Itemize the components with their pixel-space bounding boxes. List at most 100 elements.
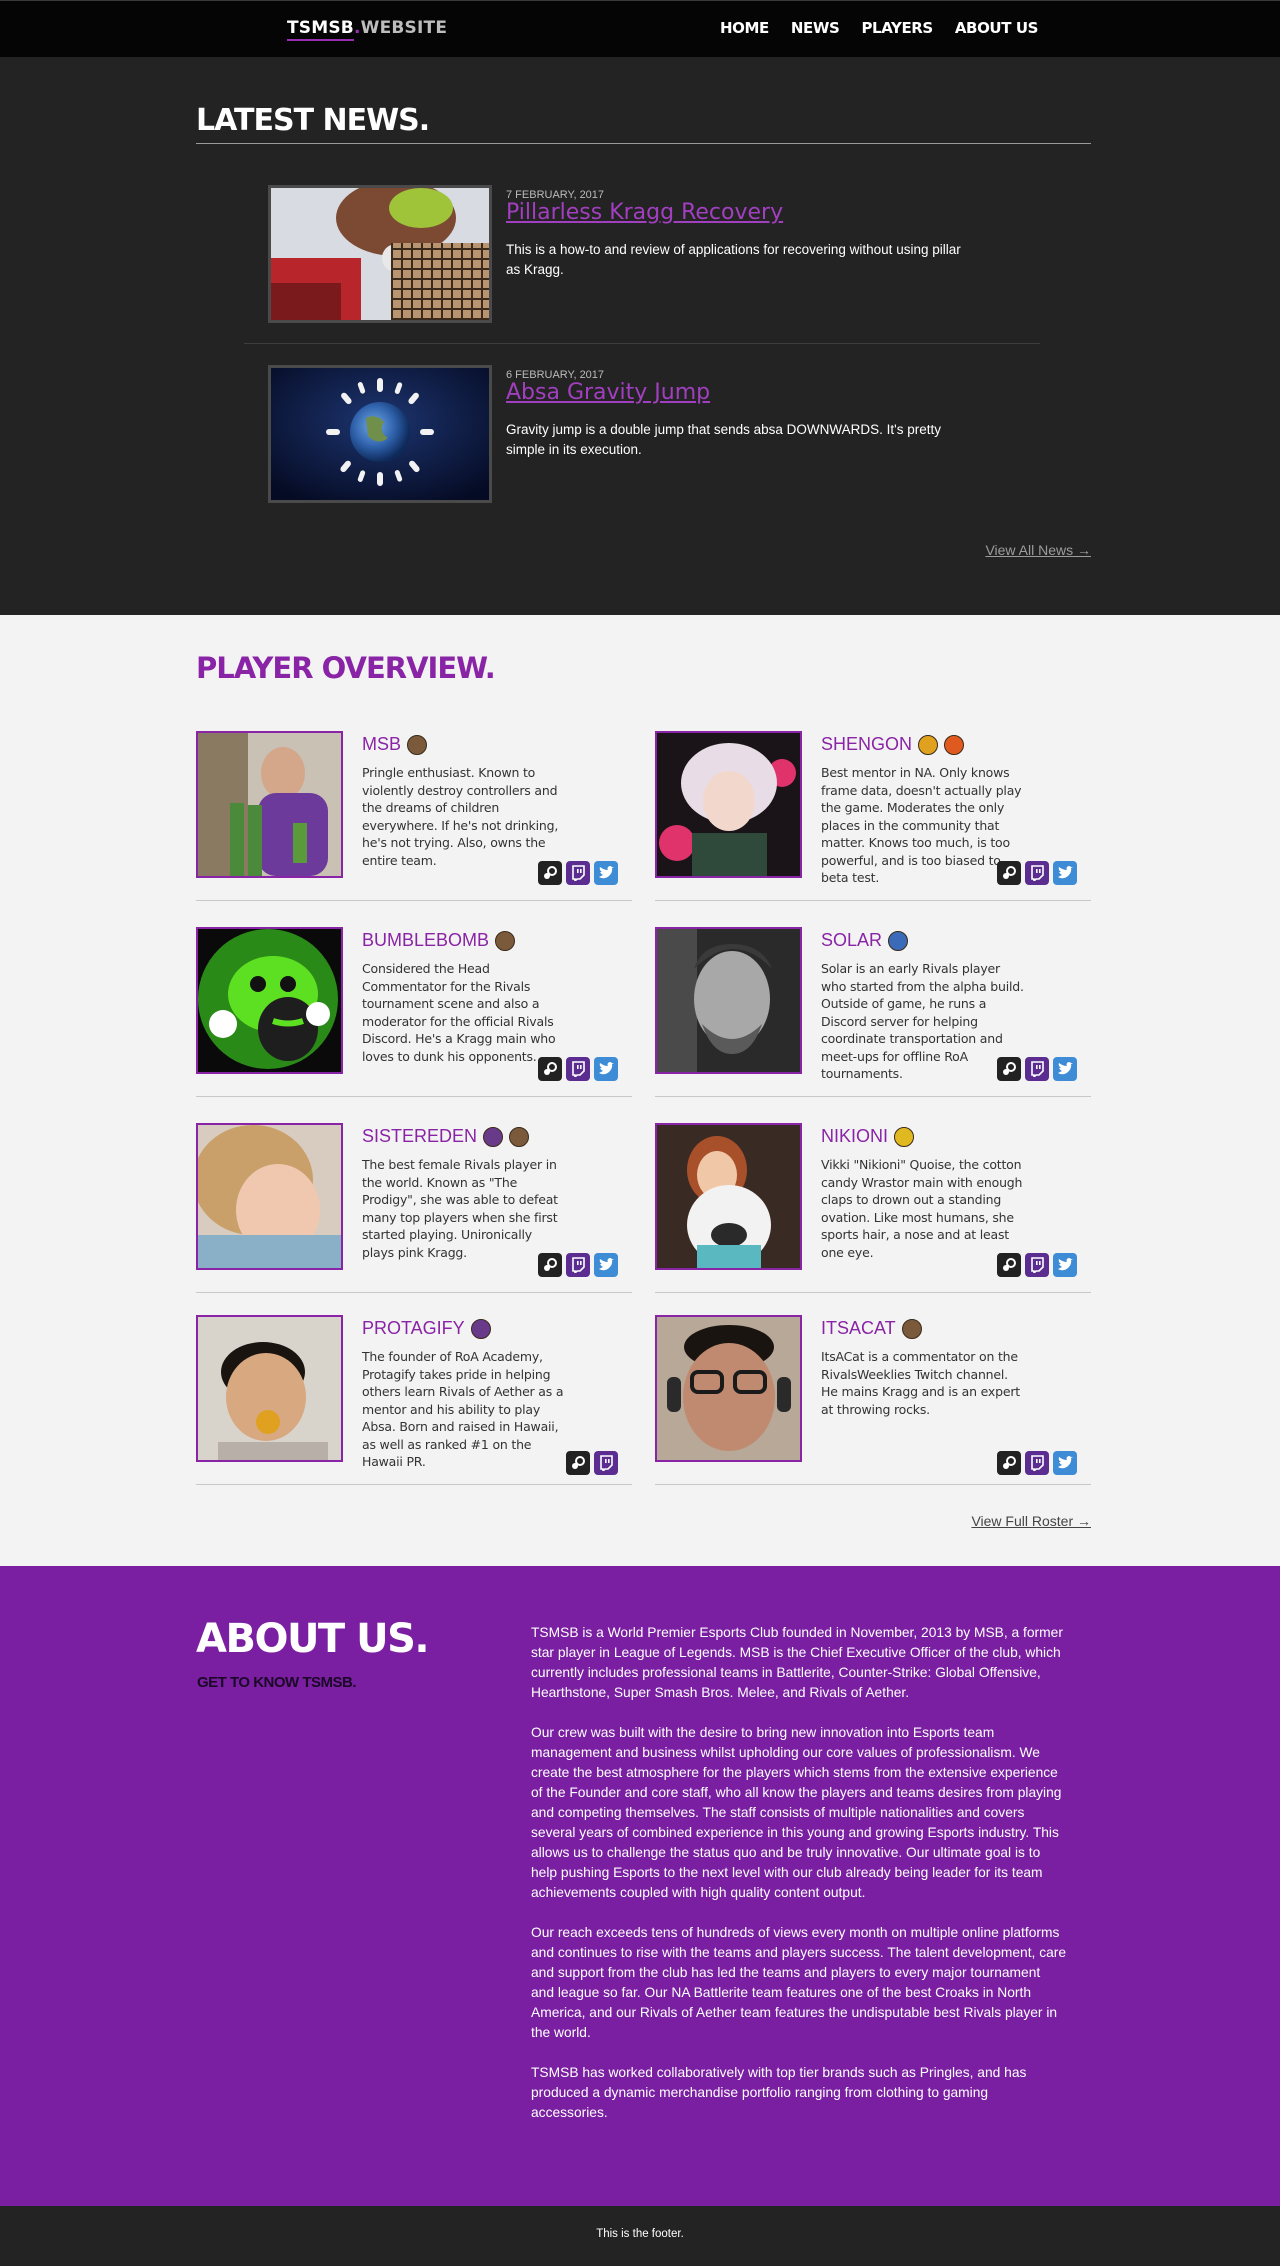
article-title-link[interactable]: Absa Gravity Jump (506, 380, 710, 405)
view-full-roster-link[interactable]: View Full Roster → (971, 1513, 1091, 1529)
player-photo[interactable] (655, 731, 802, 878)
player-card: ITSACAT ItsACat is a commentator on the … (655, 1315, 1091, 1485)
brand-suffix: WEBSITE (360, 18, 448, 38)
nav-news[interactable]: NEWS (791, 19, 840, 37)
steam-icon[interactable] (997, 1451, 1021, 1475)
player-name-text: SOLAR (821, 930, 883, 950)
view-all-news-link[interactable]: View All News → (985, 542, 1091, 558)
article-summary: Gravity jump is a double jump that sends… (506, 422, 941, 457)
orcane-icon (888, 930, 909, 951)
nav-about[interactable]: ABOUT US (955, 19, 1039, 37)
about-paragraph: TSMSB is a World Premier Esports Club fo… (531, 1625, 1063, 1700)
article-separator (244, 343, 1040, 344)
player-name[interactable]: ITSACAT (821, 1318, 922, 1339)
player-name[interactable]: SOLAR (821, 930, 909, 951)
about-subheading: GET TO KNOW TSMSB. (197, 1674, 357, 1691)
players-heading: PLAYER OVERVIEW. (196, 651, 496, 685)
news-article: 6 FEBRUARY, 2017 Absa Gravity Jump Gravi… (268, 365, 1038, 505)
twitter-icon[interactable] (1053, 1057, 1077, 1081)
player-bio: Considered the Head Commentator for the … (362, 961, 556, 1064)
player-name[interactable]: SISTEREDEN (362, 1126, 530, 1147)
nav-players[interactable]: PLAYERS (861, 19, 933, 37)
player-photo[interactable] (655, 1315, 802, 1462)
player-card: SHENGON Best mentor in NA. Only knows fr… (655, 731, 1091, 901)
steam-icon[interactable] (538, 1057, 562, 1081)
player-card: BUMBLEBOMB Considered the Head Commentat… (196, 927, 632, 1097)
player-card: NIKIONI Vikki "Nikioni" Quoise, the cott… (655, 1123, 1091, 1293)
about-paragraph: Our crew was built with the desire to br… (531, 1725, 1062, 1900)
player-bio: The founder of RoA Academy, Protagify ta… (362, 1349, 564, 1469)
kragg-icon (901, 1318, 922, 1339)
news-article: 7 FEBRUARY, 2017 Pillarless Kragg Recove… (268, 185, 1038, 325)
player-photo[interactable] (196, 1123, 343, 1270)
brand-logo[interactable]: TSMSB.WEBSITE (287, 18, 448, 41)
player-socials (538, 861, 618, 885)
twitter-icon[interactable] (1053, 861, 1077, 885)
about-section: ABOUT US. GET TO KNOW TSMSB. TSMSB is a … (0, 1566, 1280, 2206)
player-card: PROTAGIFY The founder of RoA Academy, Pr… (196, 1315, 632, 1485)
player-name[interactable]: SHENGON (821, 734, 965, 755)
twitter-icon[interactable] (594, 861, 618, 885)
player-card: SISTEREDEN The best female Rivals player… (196, 1123, 632, 1293)
article-summary: This is a how-to and review of applicati… (506, 242, 961, 277)
steam-icon[interactable] (997, 861, 1021, 885)
players-section: PLAYER OVERVIEW. MSB Pringle enthusiast.… (0, 615, 1280, 1566)
player-photo[interactable] (655, 927, 802, 1074)
about-paragraph: Our reach exceeds tens of hundreds of vi… (531, 1925, 1067, 2040)
steam-icon[interactable] (538, 1253, 562, 1277)
player-name[interactable]: MSB (362, 734, 428, 755)
player-socials (538, 1253, 618, 1277)
article-thumbnail[interactable] (268, 185, 492, 323)
player-photo[interactable] (196, 1315, 343, 1462)
player-name-text: BUMBLEBOMB (362, 930, 490, 950)
news-section: LATEST NEWS. 7 FEBRUARY, 2017 Pillarless… (0, 57, 1280, 615)
absa-icon (470, 1318, 491, 1339)
player-name[interactable]: PROTAGIFY (362, 1318, 491, 1339)
steam-icon[interactable] (538, 861, 562, 885)
forsburn-icon (944, 734, 965, 755)
player-bio: ItsACat is a commentator on the RivalsWe… (821, 1349, 1020, 1417)
absa-icon (483, 1126, 504, 1147)
player-socials (566, 1451, 618, 1475)
article-title-link[interactable]: Pillarless Kragg Recovery (506, 200, 783, 225)
player-name[interactable]: BUMBLEBOMB (362, 930, 516, 951)
player-name-text: MSB (362, 734, 402, 754)
news-divider (196, 143, 1091, 144)
steam-icon[interactable] (997, 1253, 1021, 1277)
twitter-icon[interactable] (1053, 1253, 1077, 1277)
kragg-icon (509, 1126, 530, 1147)
article-thumbnail[interactable] (268, 365, 492, 503)
top-navbar: TSMSB.WEBSITE HOME NEWS PLAYERS ABOUT US (0, 0, 1280, 57)
steam-icon[interactable] (566, 1451, 590, 1475)
player-bio: Solar is an early Rivals player who star… (821, 961, 1024, 1081)
player-card: SOLAR Solar is an early Rivals player wh… (655, 927, 1091, 1097)
twitch-icon[interactable] (566, 1253, 590, 1277)
wrastor-icon (894, 1126, 915, 1147)
player-photo[interactable] (655, 1123, 802, 1270)
twitter-icon[interactable] (594, 1057, 618, 1081)
kragg-icon (407, 734, 428, 755)
player-photo[interactable] (196, 731, 343, 878)
twitch-icon[interactable] (594, 1451, 618, 1475)
player-bio: The best female Rivals player in the wor… (362, 1157, 558, 1260)
about-heading: ABOUT US. (196, 1616, 430, 1662)
news-heading: LATEST NEWS. (196, 103, 430, 138)
twitch-icon[interactable] (566, 861, 590, 885)
player-name-text: SHENGON (821, 734, 913, 754)
twitch-icon[interactable] (1025, 861, 1049, 885)
nav-home[interactable]: HOME (720, 19, 769, 37)
footer-text: This is the footer. (596, 2228, 684, 2240)
player-socials (997, 861, 1077, 885)
twitter-icon[interactable] (594, 1253, 618, 1277)
player-name[interactable]: NIKIONI (821, 1126, 915, 1147)
twitch-icon[interactable] (1025, 1451, 1049, 1475)
twitch-icon[interactable] (1025, 1253, 1049, 1277)
steam-icon[interactable] (997, 1057, 1021, 1081)
player-bio: Best mentor in NA. Only knows frame data… (821, 765, 1022, 885)
page-footer: This is the footer. (0, 2206, 1280, 2266)
player-card: MSB Pringle enthusiast. Known to violent… (196, 731, 632, 901)
twitter-icon[interactable] (1053, 1451, 1077, 1475)
player-photo[interactable] (196, 927, 343, 1074)
twitch-icon[interactable] (1025, 1057, 1049, 1081)
twitch-icon[interactable] (566, 1057, 590, 1081)
